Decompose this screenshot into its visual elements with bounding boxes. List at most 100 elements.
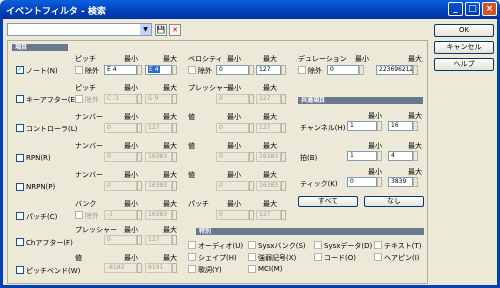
patch-patch-min-input[interactable]: 0 — [216, 210, 249, 220]
duration-min-spinner[interactable] — [359, 65, 364, 75]
channel-max-input[interactable]: 16 — [388, 121, 413, 131]
bend-min-input[interactable]: -8192 — [104, 263, 137, 273]
keyaft-pressure-max-input[interactable]: 127 — [256, 94, 281, 104]
ok-button[interactable]: OK — [434, 24, 494, 37]
velocity-min-input[interactable]: 0 — [216, 65, 249, 75]
delete-preset-button[interactable]: ✕ — [169, 24, 181, 36]
nrpn-number-max-spinner[interactable] — [172, 181, 177, 191]
tick-max-spinner[interactable] — [413, 177, 418, 187]
minimize-button[interactable]: _ — [448, 2, 463, 16]
bend-min-spinner[interactable] — [137, 263, 142, 273]
nrpn-number-min-spinner[interactable] — [137, 181, 142, 191]
bend-checkbox[interactable] — [16, 266, 24, 274]
chaft-min-input[interactable]: 0 — [104, 235, 137, 245]
rpn-value-min-input[interactable]: 0 — [216, 152, 249, 162]
sysxdata-checkbox[interactable] — [314, 241, 322, 249]
control-value-min-spinner[interactable] — [249, 123, 254, 133]
note-pitch-min-input[interactable]: E 4 — [104, 65, 137, 75]
beat-min-spinner[interactable] — [377, 151, 382, 161]
patch-bank-max-input[interactable]: 16383 — [145, 210, 172, 220]
close-window-button[interactable]: × — [482, 2, 497, 16]
audio-checkbox[interactable] — [188, 241, 196, 249]
rpn-value-max-input[interactable]: 16383 — [256, 152, 281, 162]
tick-max-input[interactable]: 3839 — [388, 177, 413, 187]
control-number-max-spinner[interactable] — [172, 123, 177, 133]
expr-checkbox[interactable] — [248, 253, 256, 261]
keyaft-pressure-max-spinner[interactable] — [281, 94, 286, 104]
nrpn-number-max-input[interactable]: 16383 — [145, 181, 172, 191]
tick-min-spinner[interactable] — [377, 177, 382, 187]
rpn-number-max-input[interactable]: 16383 — [145, 152, 172, 162]
chaft-checkbox[interactable] — [16, 238, 24, 246]
nrpn-checkbox[interactable] — [16, 183, 24, 191]
keyaft-pitch-min-spinner[interactable] — [137, 94, 142, 104]
nrpn-number-min-input[interactable]: 0 — [104, 181, 137, 191]
patch-patch-max-input[interactable]: 127 — [256, 210, 281, 220]
note-pitch-min-spinner[interactable] — [137, 65, 142, 75]
nrpn-value-max-spinner[interactable] — [281, 181, 286, 191]
keyaft-pressure-min-spinner[interactable] — [249, 94, 254, 104]
select-none-button[interactable]: なし — [364, 196, 424, 207]
duration-max-input[interactable]: 223696212 — [376, 65, 413, 75]
patch-patch-min-spinner[interactable] — [249, 210, 254, 220]
velocity-exclude-checkbox[interactable] — [188, 66, 196, 74]
patch-bank-min-spinner[interactable] — [137, 210, 142, 220]
channel-max-spinner[interactable] — [413, 121, 418, 131]
patch-bank-max-spinner[interactable] — [172, 210, 177, 220]
control-value-max-spinner[interactable] — [281, 123, 286, 133]
chaft-min-spinner[interactable] — [137, 235, 142, 245]
chaft-max-spinner[interactable] — [172, 235, 177, 245]
nrpn-value-max-input[interactable]: 16383 — [256, 181, 281, 191]
duration-max-spinner[interactable] — [413, 65, 418, 75]
rpn-value-max-spinner[interactable] — [281, 152, 286, 162]
note-exclude-checkbox[interactable] — [75, 66, 83, 74]
keyaft-pitch-max-input[interactable]: G 9 — [145, 94, 172, 104]
cancel-button[interactable]: キャンセル — [434, 41, 494, 54]
bend-max-input[interactable]: 8191 — [145, 263, 172, 273]
mci-checkbox[interactable] — [248, 265, 256, 273]
velocity-max-input[interactable]: 127 — [256, 65, 281, 75]
note-checkbox[interactable]: ✓ — [16, 66, 24, 74]
sysxbank-checkbox[interactable] — [248, 241, 256, 249]
select-all-button[interactable]: すべて — [298, 196, 358, 207]
keyaft-pressure-min-input[interactable]: 0 — [216, 94, 249, 104]
rpn-checkbox[interactable] — [16, 154, 24, 162]
lyric-checkbox[interactable] — [188, 265, 196, 273]
duration-min-input[interactable]: 0 — [327, 65, 359, 75]
channel-min-input[interactable]: 1 — [347, 121, 377, 131]
duration-exclude-checkbox[interactable] — [298, 66, 306, 74]
control-value-max-input[interactable]: 127 — [256, 123, 281, 133]
beat-max-spinner[interactable] — [413, 151, 418, 161]
control-value-min-input[interactable]: 0 — [216, 123, 249, 133]
patch-patch-max-spinner[interactable] — [281, 210, 286, 220]
control-number-min-input[interactable]: 0 — [104, 123, 137, 133]
keyaft-checkbox[interactable] — [16, 95, 24, 103]
patch-exclude-checkbox[interactable] — [75, 211, 83, 219]
text-checkbox[interactable] — [374, 241, 382, 249]
preset-combo[interactable]: ▼ — [7, 23, 152, 36]
velocity-min-spinner[interactable] — [249, 65, 254, 75]
rpn-number-max-spinner[interactable] — [172, 152, 177, 162]
beat-min-input[interactable]: 1 — [347, 151, 377, 161]
rpn-value-min-spinner[interactable] — [249, 152, 254, 162]
hairpin-checkbox[interactable] — [374, 253, 382, 261]
chaft-max-input[interactable]: 127 — [145, 235, 172, 245]
control-number-min-spinner[interactable] — [137, 123, 142, 133]
maximize-button[interactable]: □ — [465, 2, 480, 16]
chevron-down-icon[interactable]: ▼ — [140, 24, 151, 35]
save-preset-button[interactable]: 💾 — [155, 24, 167, 36]
nrpn-value-min-input[interactable]: 0 — [216, 181, 249, 191]
bend-max-spinner[interactable] — [172, 263, 177, 273]
beat-max-input[interactable]: 4 — [388, 151, 413, 161]
note-pitch-max-spinner[interactable] — [172, 65, 177, 75]
control-checkbox[interactable] — [16, 124, 24, 132]
keyaft-pitch-max-spinner[interactable] — [172, 94, 177, 104]
chord-checkbox[interactable] — [314, 253, 322, 261]
velocity-max-spinner[interactable] — [281, 65, 286, 75]
rpn-number-min-input[interactable]: 0 — [104, 152, 137, 162]
help-button[interactable]: ヘルプ — [434, 58, 494, 71]
tick-min-input[interactable]: 0 — [347, 177, 377, 187]
shape-checkbox[interactable] — [188, 253, 196, 261]
note-pitch-max-input[interactable]: E 4 — [145, 65, 172, 75]
nrpn-value-min-spinner[interactable] — [249, 181, 254, 191]
